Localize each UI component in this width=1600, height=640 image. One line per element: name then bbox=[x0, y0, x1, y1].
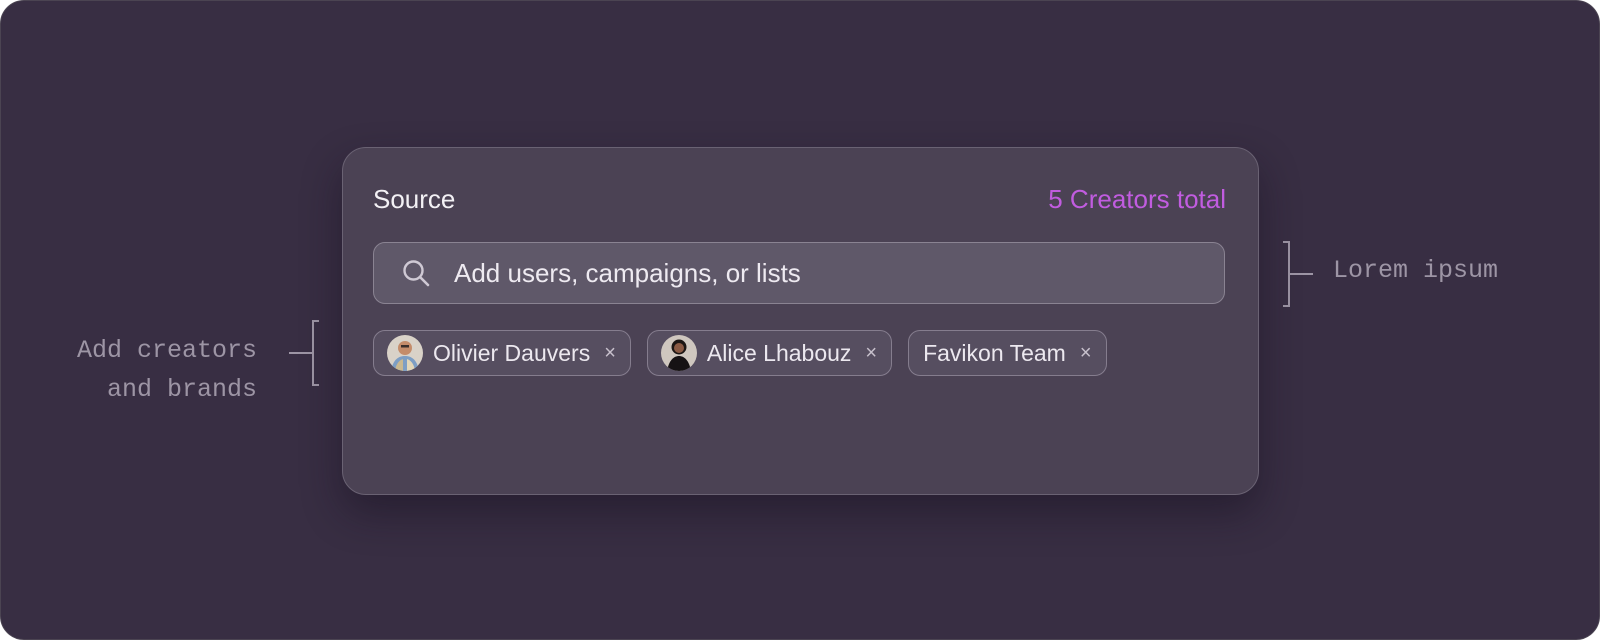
card-title: Source bbox=[373, 183, 456, 214]
creators-total[interactable]: 5 Creators total bbox=[1048, 184, 1226, 215]
chip-alice-lhabouz[interactable]: Alice Lhabouz × bbox=[646, 330, 893, 376]
avatar bbox=[387, 335, 423, 371]
annotation-line: and brands bbox=[106, 375, 257, 404]
annotation-add-creators: Add creators and brands bbox=[41, 331, 257, 409]
avatar bbox=[660, 335, 697, 371]
chip-label: Alice Lhabouz bbox=[706, 339, 852, 366]
source-card: Source 5 Creators total Add users, campa… bbox=[342, 147, 1259, 495]
close-icon[interactable]: × bbox=[865, 343, 877, 363]
canvas-frame: Add creators and brands Lorem ipsum Sour… bbox=[0, 0, 1600, 640]
right-bracket bbox=[1283, 241, 1313, 307]
search-icon bbox=[400, 257, 432, 289]
search-input[interactable] bbox=[452, 256, 1156, 290]
chip-favikon-team[interactable]: Favikon Team × bbox=[908, 330, 1107, 376]
left-bracket bbox=[289, 320, 319, 386]
chip-label: Favikon Team bbox=[923, 339, 1066, 366]
search-box[interactable] bbox=[373, 242, 1225, 304]
chip-olivier-dauvers[interactable]: Olivier Dauvers × bbox=[373, 330, 631, 376]
close-icon[interactable]: × bbox=[604, 343, 616, 363]
close-icon[interactable]: × bbox=[1080, 343, 1092, 363]
annotation-lorem-ipsum: Lorem ipsum bbox=[1333, 256, 1499, 285]
annotation-line: Add creators bbox=[76, 336, 257, 365]
selected-chips: Olivier Dauvers × Alice Lhabouz × Faviko… bbox=[373, 330, 1107, 376]
chip-label: Olivier Dauvers bbox=[433, 339, 591, 366]
card-header: Source 5 Creators total bbox=[373, 182, 1226, 216]
